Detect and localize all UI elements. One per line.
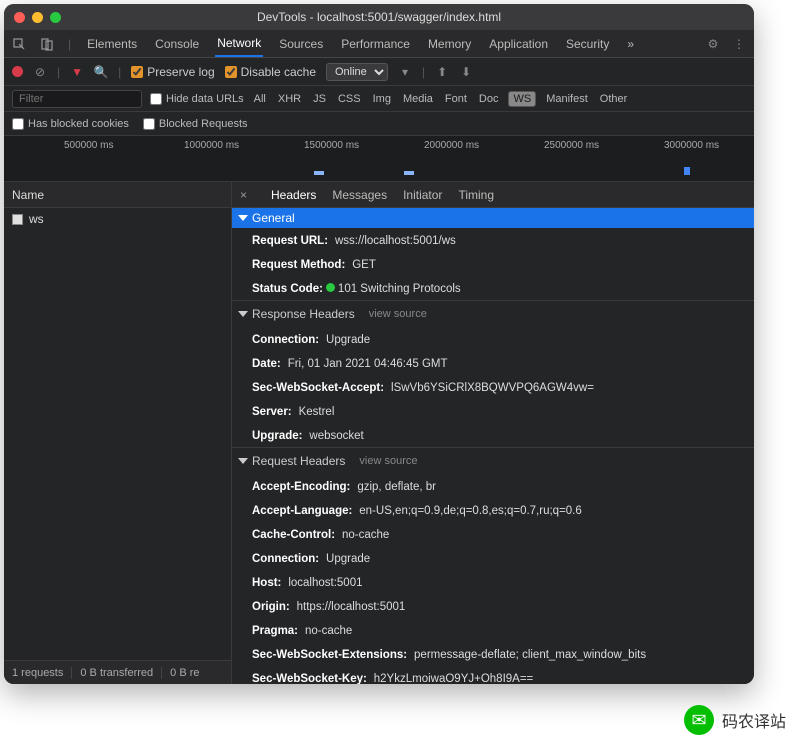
filter-other[interactable]: Other [598, 92, 630, 106]
tab-application[interactable]: Application [487, 37, 550, 51]
timeline-mark [404, 171, 414, 175]
filter-js[interactable]: JS [311, 92, 328, 106]
hide-data-urls-checkbox[interactable]: Hide data URLs [150, 93, 244, 105]
filter-manifest[interactable]: Manifest [544, 92, 590, 106]
request-row[interactable]: ws [4, 208, 231, 230]
section-request[interactable]: Request Headersview source [232, 447, 754, 474]
filter-input[interactable] [12, 90, 142, 108]
disable-cache-checkbox[interactable]: Disable cache [225, 65, 316, 79]
status-bar: 1 requests 0 B transferred 0 B re [4, 660, 231, 684]
request-name: ws [29, 212, 44, 226]
download-icon[interactable]: ⬇ [459, 65, 473, 79]
filter-bar: Hide data URLs All XHR JS CSS Img Media … [4, 86, 754, 112]
chevron-down-icon [238, 458, 248, 464]
tab-headers[interactable]: Headers [271, 188, 316, 202]
chevron-down-icon [238, 215, 248, 221]
titlebar: DevTools - localhost:5001/swagger/index.… [4, 4, 754, 30]
window-title: DevTools - localhost:5001/swagger/index.… [4, 10, 754, 24]
filter-all[interactable]: All [252, 92, 268, 106]
inspect-icon[interactable] [12, 37, 26, 51]
filter-img[interactable]: Img [371, 92, 393, 106]
kebab-icon[interactable]: ⋮ [732, 37, 746, 51]
status-dot-icon [326, 283, 335, 292]
blocked-requests-checkbox[interactable]: Blocked Requests [143, 118, 248, 130]
blocked-cookies-checkbox[interactable]: Has blocked cookies [12, 118, 129, 130]
preserve-log-checkbox[interactable]: Preserve log [131, 65, 214, 79]
device-icon[interactable] [40, 37, 54, 51]
view-source-link[interactable]: view source [369, 308, 427, 320]
name-column: Name ws 1 requests 0 B transferred 0 B r… [4, 182, 232, 684]
filter-icon[interactable]: ▼ [70, 65, 84, 79]
tick: 1000000 ms [184, 140, 239, 151]
filter-bar-2: Has blocked cookies Blocked Requests [4, 112, 754, 136]
upload-icon[interactable]: ⬆ [435, 65, 449, 79]
chevron-down-icon[interactable]: ▾ [398, 65, 412, 79]
request-count: 1 requests [12, 667, 72, 679]
timeline-mark [314, 171, 324, 175]
detail-tabs: × Headers Messages Initiator Timing [232, 182, 754, 208]
timeline[interactable]: 500000 ms 1000000 ms 1500000 ms 2000000 … [4, 136, 754, 182]
filter-media[interactable]: Media [401, 92, 435, 106]
resources: 0 B re [170, 667, 207, 679]
tick: 1500000 ms [304, 140, 359, 151]
clear-icon[interactable]: ⊘ [33, 65, 47, 79]
filter-css[interactable]: CSS [336, 92, 363, 106]
network-subbar: ⊘ | ▼ 🔍 | Preserve log Disable cache Onl… [4, 58, 754, 86]
tab-performance[interactable]: Performance [339, 37, 412, 51]
tab-memory[interactable]: Memory [426, 37, 473, 51]
tab-sources[interactable]: Sources [277, 37, 325, 51]
devtools-window: DevTools - localhost:5001/swagger/index.… [4, 4, 754, 684]
tab-security[interactable]: Security [564, 37, 611, 51]
tab-network[interactable]: Network [215, 36, 263, 57]
section-response[interactable]: Response Headersview source [232, 300, 754, 327]
filter-font[interactable]: Font [443, 92, 469, 106]
search-icon[interactable]: 🔍 [94, 65, 108, 79]
filter-doc[interactable]: Doc [477, 92, 501, 106]
view-source-link[interactable]: view source [359, 455, 417, 467]
tab-console[interactable]: Console [153, 37, 201, 51]
tick: 2500000 ms [544, 140, 599, 151]
main-toolbar: | Elements Console Network Sources Perfo… [4, 30, 754, 58]
name-header[interactable]: Name [4, 182, 231, 208]
record-icon[interactable] [12, 66, 23, 77]
detail-body: General Request URL: wss://localhost:500… [232, 208, 754, 684]
tab-elements[interactable]: Elements [85, 37, 139, 51]
throttle-select[interactable]: Online [326, 63, 388, 81]
section-general[interactable]: General [232, 208, 754, 228]
detail-pane: × Headers Messages Initiator Timing Gene… [232, 182, 754, 684]
transferred: 0 B transferred [80, 667, 162, 679]
close-detail-icon[interactable]: × [240, 188, 247, 202]
filter-ws[interactable]: WS [508, 91, 536, 107]
watermark-text: 码农译站 [722, 708, 786, 732]
tab-more[interactable]: » [625, 37, 636, 51]
tab-messages[interactable]: Messages [332, 188, 387, 202]
gear-icon[interactable]: ⚙ [706, 37, 720, 51]
tab-timing[interactable]: Timing [458, 188, 494, 202]
wechat-icon: ✉ [684, 705, 714, 735]
file-icon [12, 214, 23, 225]
tick: 3000000 ms [664, 140, 719, 151]
tick: 2000000 ms [424, 140, 479, 151]
chevron-down-icon [238, 311, 248, 317]
timeline-mark [684, 167, 690, 175]
watermark: ✉ 码农译站 [684, 705, 786, 735]
tick: 500000 ms [64, 140, 113, 151]
tab-initiator[interactable]: Initiator [403, 188, 442, 202]
filter-xhr[interactable]: XHR [276, 92, 303, 106]
